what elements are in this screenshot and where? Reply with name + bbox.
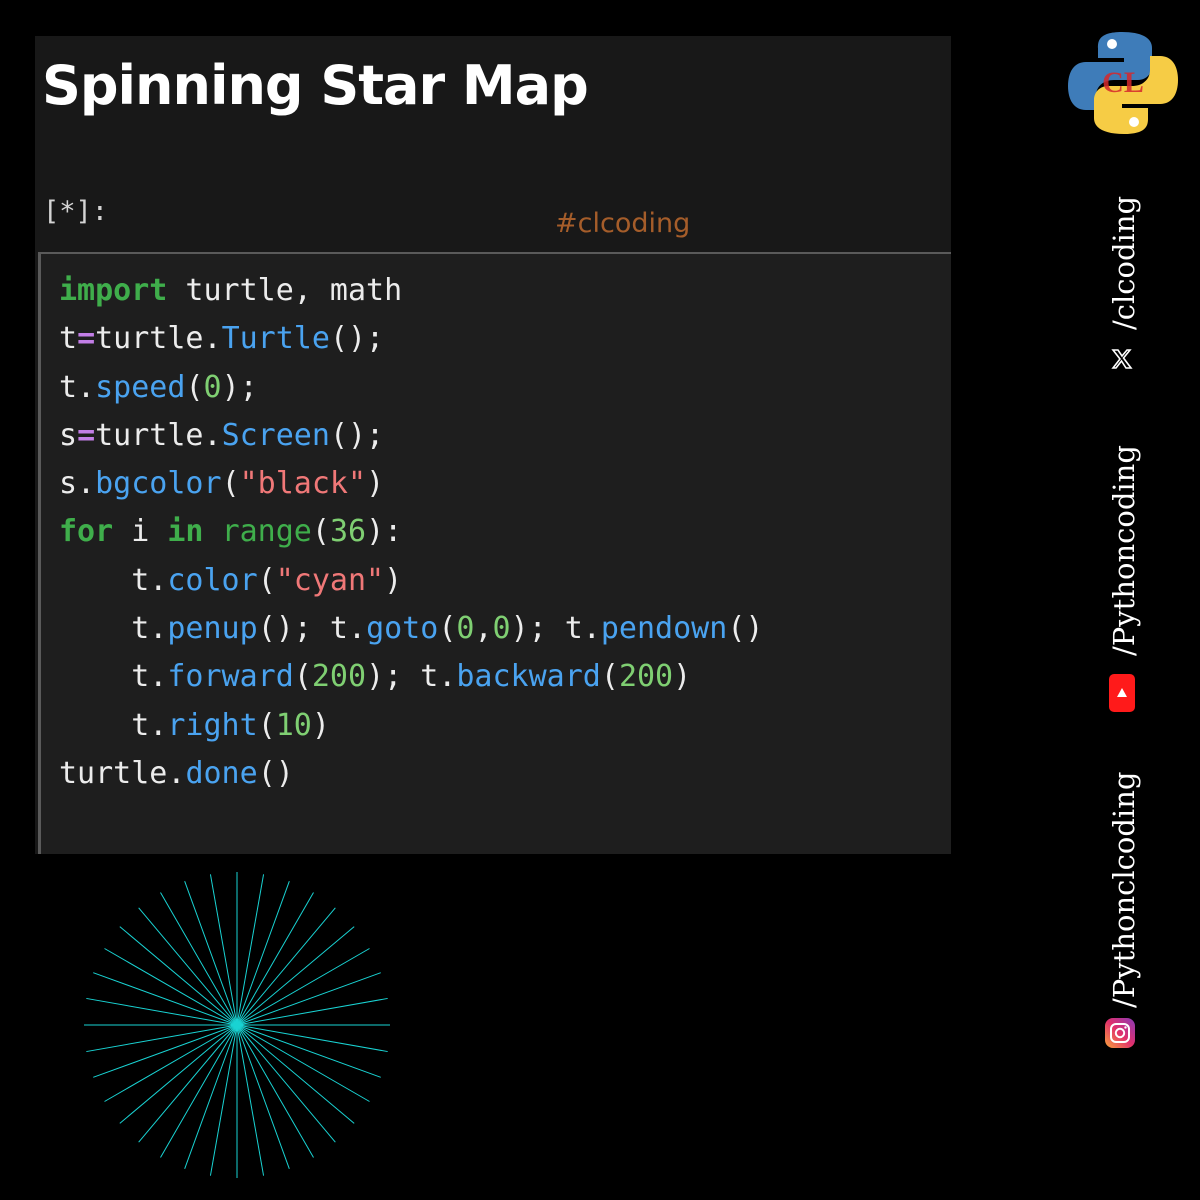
code-token: in [167,514,204,550]
code-token: forward [167,659,294,695]
code-token: done [185,755,258,791]
code-token: penup [167,611,258,647]
code-token: (); [329,321,385,357]
code-token: "black" [239,466,367,502]
code-token: ( [185,369,204,405]
code-token: "cyan" [275,562,385,598]
code-line: t.forward(200); t.backward(200) [59,653,763,701]
code-token: t. [59,611,168,647]
code-token: ( [311,514,330,550]
code-token: i [113,514,168,550]
code-cell[interactable]: import turtle, math t=turtle.Turtle(); t.s… [38,252,951,854]
code-token: t. [59,562,168,598]
code-token: backward [456,659,601,695]
code-line: t.penup(); t.goto(0,0); t.pendown() [59,605,763,653]
logo-overlay-text: CL [1102,66,1144,99]
code-token: ( [438,611,457,647]
code-token: color [167,562,258,598]
code-token: s. [59,466,96,502]
code-token: (); t. [257,611,367,647]
code-token: 0 [492,611,511,647]
code-token: ); t. [366,659,457,695]
code-token: ) [366,466,385,502]
code-token: ( [257,562,276,598]
code-line: s=turtle.Screen(); [59,412,763,460]
watermark-text: #clcoding [555,208,691,239]
python-logo: CL [1068,30,1178,140]
notebook-panel: Spinning Star Map [*]: #clcoding import … [35,36,951,854]
code-token: 0 [456,611,475,647]
turtle-output-canvas [80,872,396,1186]
code-line: for i in range(36): [59,508,763,556]
star-map-graphic [84,872,390,1178]
python-icon: CL [1068,32,1178,134]
code-token: ) [311,707,330,743]
code-line: t.right(10) [59,702,763,750]
code-token: ) [384,562,403,598]
code-token: = [77,321,96,357]
instagram-icon[interactable] [1105,1018,1135,1048]
code-line: t.speed(0); [59,364,763,412]
code-token: 36 [329,514,367,550]
code-token: s [59,417,78,453]
youtube-handle[interactable]: /Pythoncoding [1107,445,1141,656]
code-token: t [59,321,78,357]
code-token: 200 [311,659,367,695]
youtube-icon[interactable] [1109,674,1135,712]
code-token: t. [59,369,96,405]
code-token: t. [59,659,168,695]
code-token: import [59,273,168,308]
code-line: turtle.done() [59,750,763,798]
code-line: t.color("cyan") [59,557,763,605]
code-token: 200 [618,659,674,695]
turtle-cursor [233,1021,241,1029]
page-title: Spinning Star Map [42,54,589,117]
code-token: Turtle [221,321,330,357]
code-line: s.bgcolor("black") [59,460,763,508]
code-token: turtle. [95,417,222,453]
code-editor[interactable]: import turtle, math t=turtle.Turtle(); t.s… [59,267,763,798]
code-token: turtle. [95,321,222,357]
code-token: () [727,611,764,647]
code-line: import turtle, math [59,267,763,315]
code-token: ( [600,659,619,695]
code-token: turtle, math [167,273,403,308]
code-token: right [167,707,258,743]
code-token: 10 [275,707,312,743]
instagram-handle[interactable]: /Pythonclcoding [1107,772,1141,1008]
code-token: ( [293,659,312,695]
code-token: goto [366,611,439,647]
code-token: ); t. [510,611,601,647]
code-token: ); [221,369,258,405]
code-token: , [474,611,493,647]
code-token: ): [366,514,403,550]
code-token: speed [95,369,186,405]
code-token: = [77,417,96,453]
code-line: t=turtle.Turtle(); [59,315,763,363]
code-token: Screen [221,417,330,453]
code-token: (); [329,417,385,453]
twitter-handle[interactable]: /clcoding [1107,196,1141,330]
code-token: turtle. [59,755,186,791]
x-twitter-icon[interactable] [1111,348,1133,370]
code-token: pendown [600,611,728,647]
code-token: for [59,514,114,550]
code-token: 0 [203,369,222,405]
code-token: t. [59,707,168,743]
cell-execution-prompt: [*]: [43,196,109,227]
code-token: range [221,514,312,550]
code-token: ) [673,659,692,695]
code-token: () [257,755,294,791]
code-token: ( [257,707,276,743]
code-token: ( [221,466,240,502]
code-token: bgcolor [95,466,222,502]
